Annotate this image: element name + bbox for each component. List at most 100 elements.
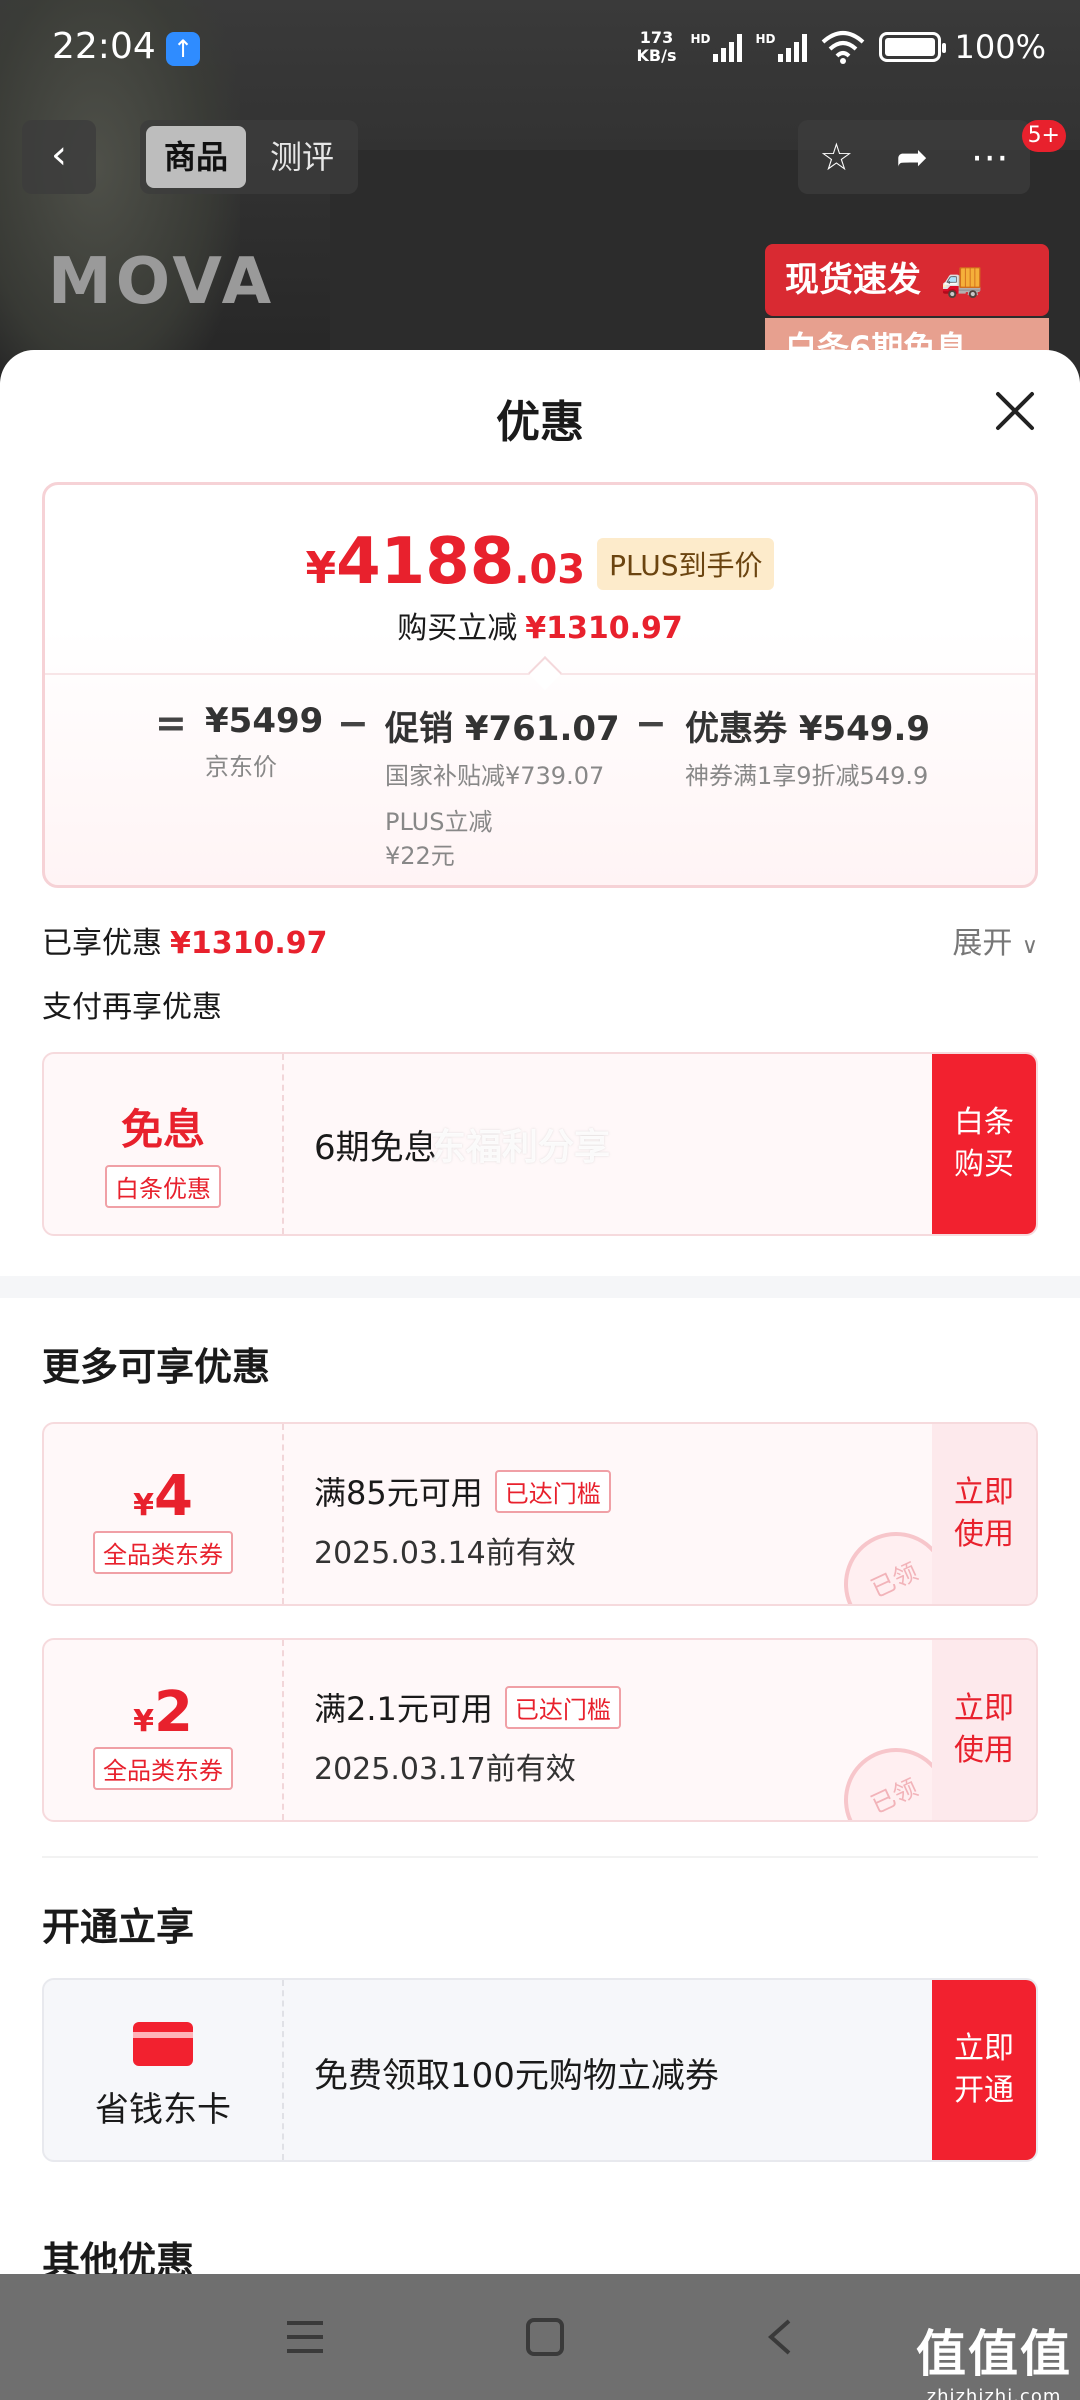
membership-open-button[interactable]: 立即 开通: [932, 1980, 1036, 2160]
coupon-item: 优惠券 ¥549.9 神券满1享9折减549.9: [685, 701, 930, 791]
back-nav-icon[interactable]: [765, 2317, 795, 2357]
other-discounts-title: 其他优惠: [42, 2239, 195, 2274]
enjoyed-discount: 已享优惠 ¥1310.97: [42, 918, 328, 962]
net-speed-value: 173: [639, 28, 674, 47]
jd-price-item: ¥5499 京东价: [205, 701, 323, 782]
net-speed-unit: KB/s: [636, 46, 677, 65]
coupon-sub: 神券满1享9折减549.9: [685, 762, 929, 790]
coupon-2-status: 已达门槛: [504, 1685, 621, 1729]
jd-price-value: ¥5499: [205, 701, 324, 741]
truck-icon: 🚚: [940, 260, 984, 300]
discount-sheet: 优惠 ¥4188.03 PLUS到手价 购买立减 ¥1310.97 = ¥5499…: [0, 350, 1080, 2274]
site-watermark: 值值值 zhizhizhi.com: [916, 2314, 1072, 2400]
reduce-value: ¥1310.97: [525, 611, 683, 646]
home-icon[interactable]: [525, 2317, 565, 2357]
price-summary: ¥4188.03 PLUS到手价 购买立减 ¥1310.97 = ¥5499 京东…: [42, 482, 1038, 888]
watermark-logo: 值值值: [916, 2325, 1072, 2383]
baitiao-title: 免息: [120, 1105, 205, 1154]
price-currency: ¥: [305, 543, 337, 594]
price-decimal: .03: [514, 547, 586, 593]
minus-sign-2: −: [635, 701, 667, 745]
coupon-1-valid: 2025.03.14前有效: [314, 1536, 576, 1571]
membership-left: 省钱东卡: [44, 1980, 284, 2160]
enjoyed-value: ¥1310.97: [170, 926, 328, 961]
final-price: ¥4188.03: [306, 525, 586, 599]
coupon-2-condition-row: 满2.1元可用 已达门槛: [314, 1684, 621, 1730]
coupon-1-use-button[interactable]: 立即 使用: [932, 1424, 1036, 1604]
plus-price-badge: PLUS到手价: [597, 538, 775, 590]
tab-product[interactable]: 商品: [146, 126, 247, 188]
coupon-1-amount: ¥4: [44, 1464, 282, 1529]
watermark-url: zhizhizhi.com: [926, 2386, 1062, 2400]
baitiao-desc: 6期免息: [314, 1128, 438, 1168]
membership-cta-line2: 开通: [954, 2073, 1014, 2108]
battery-percent: 100%: [954, 28, 1046, 66]
coupon-2-amount: ¥2: [44, 1680, 282, 1745]
coupon-card-2: ¥2 全品类东券 满2.1元可用 已达门槛 2025.03.17前有效 已领 立…: [42, 1638, 1038, 1822]
menu-icon[interactable]: [285, 2319, 325, 2355]
more-discounts-title: 更多可享优惠: [42, 1345, 271, 1389]
baitiao-mid: 6期免息: [314, 1054, 438, 1234]
favorite-star-icon[interactable]: ☆: [819, 135, 853, 179]
upload-app-icon: ↑: [166, 32, 200, 66]
signal-2-label: HD: [755, 32, 776, 46]
plus-reduce-value: ¥22元: [385, 842, 455, 870]
back-button[interactable]: ‹: [22, 120, 96, 194]
red-card-icon: [133, 2022, 193, 2066]
signal-1-icon: HD: [690, 32, 742, 62]
coupon-2-cta-line2: 使用: [954, 1733, 1014, 1768]
coupon-2-cta-line1: 立即: [954, 1691, 1014, 1726]
coupon-1-left: ¥4 全品类东券: [44, 1424, 284, 1604]
tab-review[interactable]: 测评: [252, 126, 352, 188]
coupon-2-mid: 满2.1元可用 已达门槛 2025.03.17前有效: [314, 1640, 621, 1820]
status-time: 22:04: [52, 26, 156, 67]
coupon-2-use-button[interactable]: 立即 使用: [932, 1640, 1036, 1820]
sheet-title: 优惠: [496, 397, 584, 448]
coupon-1-currency: ¥: [133, 1488, 154, 1523]
battery-icon: [878, 32, 946, 62]
chevron-down-icon: ∨: [1021, 934, 1038, 959]
jd-price-label: 京东价: [205, 753, 277, 781]
overlay-watermark: 东福利分享: [430, 1127, 611, 1168]
membership-card: 省钱东卡 免费领取100元购物立减券 立即 开通: [42, 1978, 1038, 2162]
minus-sign-1: −: [337, 701, 369, 745]
final-price-row: ¥4188.03 PLUS到手价: [45, 525, 1035, 599]
coupon-1-condition-row: 满85元可用 已达门槛: [314, 1468, 611, 1514]
coupon-1-cta-line1: 立即: [954, 1475, 1014, 1510]
coupon-2-tag: 全品类东券: [93, 1747, 233, 1790]
coupon-1-value: 4: [153, 1464, 193, 1529]
enjoyed-label: 已享优惠: [42, 926, 162, 961]
coupon-2-currency: ¥: [133, 1704, 154, 1739]
signal-1-label: HD: [690, 32, 711, 46]
more-icon[interactable]: ⋯: [971, 135, 1009, 179]
brand-logo: MOVA: [48, 245, 276, 319]
section-separator: [0, 1276, 1080, 1298]
price-breakdown: = ¥5499 京东价 − 促销 ¥761.07 国家补贴减¥739.07 PL…: [45, 701, 1035, 881]
baitiao-tag: 白条优惠: [105, 1165, 221, 1208]
section-divider: [42, 1856, 1038, 1858]
coupon-1-condition: 满85元可用: [314, 1474, 483, 1512]
pay-more-label: 支付再享优惠: [42, 990, 222, 1025]
open-benefits-title: 开通立享: [42, 1905, 195, 1949]
share-icon[interactable]: ➦: [896, 135, 928, 179]
promotion-item: 促销 ¥761.07 国家补贴减¥739.07 PLUS立减 ¥22元: [385, 701, 620, 873]
baitiao-cta-line1: 白条: [954, 1105, 1014, 1140]
nav-actions: ☆ ➦ ⋯: [798, 120, 1030, 194]
coupon-1-tag: 全品类东券: [93, 1531, 233, 1574]
membership-cta-line1: 立即: [954, 2031, 1014, 2066]
coupon-2-valid: 2025.03.17前有效: [314, 1752, 576, 1787]
promotion-sub: 国家补贴减¥739.07: [385, 762, 605, 790]
close-icon[interactable]: [990, 386, 1040, 436]
notification-badge: 5+: [1021, 120, 1066, 152]
price-integer: 4188: [336, 525, 515, 599]
expand-button[interactable]: 展开 ∨: [952, 918, 1038, 962]
membership-desc: 免费领取100元购物立减券: [314, 2056, 719, 2096]
baitiao-buy-button[interactable]: 白条 购买: [932, 1054, 1036, 1234]
summary-notch: [528, 656, 562, 690]
coupon-card-1: ¥4 全品类东券 满85元可用 已达门槛 2025.03.14前有效 已领 立即…: [42, 1422, 1038, 1606]
coupon-title: 优惠券 ¥549.9: [685, 709, 931, 749]
reduce-label: 购买立减: [397, 611, 518, 646]
promo-tag: 现货速发 🚚: [765, 244, 1049, 316]
product-tabs: 商品 测评: [140, 120, 359, 194]
product-navbar: ‹ 商品 测评 ☆ ➦ ⋯ 5+: [0, 120, 1080, 194]
